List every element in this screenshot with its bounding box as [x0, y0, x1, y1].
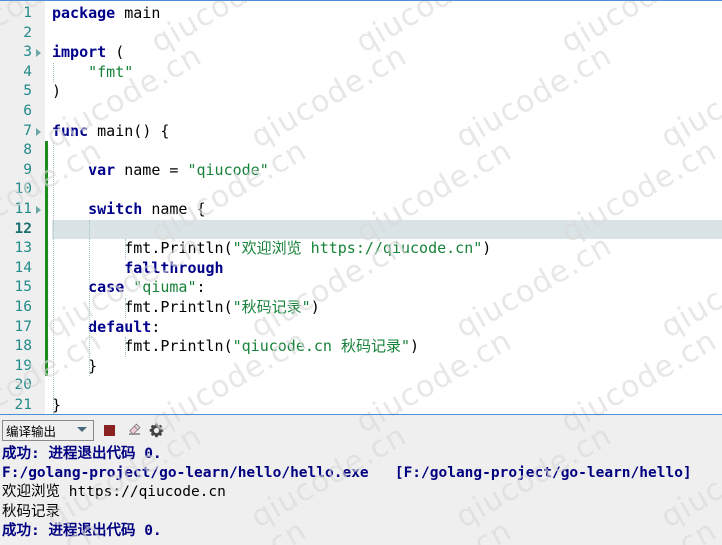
- line-number: 10: [14, 181, 32, 198]
- line-number: 11: [14, 201, 32, 217]
- line-number: 14: [14, 259, 32, 276]
- code-line[interactable]: 5): [0, 82, 722, 102]
- line-number: 17: [14, 318, 32, 335]
- line-number: 9: [23, 161, 32, 178]
- fold-triangle-icon[interactable]: [36, 127, 41, 136]
- indent-guide: [53, 141, 55, 416]
- line-number: 16: [14, 299, 32, 315]
- stop-square-icon[interactable]: [104, 425, 115, 436]
- line-number: 21: [14, 397, 32, 413]
- output-source-select[interactable]: 编译输出: [2, 420, 94, 441]
- output-line: 成功: 进程退出代码 0.: [2, 446, 162, 462]
- code-line-text: package main: [52, 4, 161, 22]
- code-line[interactable]: 6: [0, 102, 722, 122]
- fold-triangle-icon[interactable]: [36, 49, 41, 58]
- code-line-text: var name = "qiucode": [88, 160, 269, 179]
- eraser-icon[interactable]: [126, 422, 143, 439]
- line-number: 1: [23, 5, 32, 21]
- output-panel: 编译输出 成功: 进程退出代码 0. F:/golang-project/go-l…: [0, 415, 722, 545]
- indent-guide: [89, 219, 91, 377]
- line-number: 18: [14, 338, 32, 355]
- code-line-text: fmt.Println("秋码记录"): [124, 298, 320, 316]
- code-line[interactable]: 3 import (: [0, 43, 722, 63]
- output-line: 成功: 进程退出代码 0.: [2, 522, 162, 539]
- line-number: 8: [23, 142, 32, 159]
- fold-triangle-icon[interactable]: [36, 206, 41, 214]
- code-line[interactable]: 1 package main: [0, 4, 722, 24]
- code-line-text: "fmt": [88, 62, 134, 81]
- output-line: 欢迎浏览 https://qiucode.cn: [2, 484, 226, 501]
- code-line-text: default:: [88, 317, 161, 336]
- gear-icon[interactable]: [148, 422, 165, 439]
- code-line[interactable]: 7 func main() {: [0, 122, 722, 142]
- code-line[interactable]: 16 fmt.Println("秋码记录"): [0, 298, 722, 318]
- code-area[interactable]: 1 package main 2 3 import (4 "fmt" 5) 6 7 func m…: [0, 1, 722, 436]
- code-line[interactable]: 14 fallthrough: [0, 259, 722, 279]
- indent-guide: [125, 298, 127, 318]
- code-line-text: func main() {: [52, 121, 170, 140]
- code-editor[interactable]: 1 package main 2 3 import (4 "fmt" 5) 6 7 func m…: [0, 1, 722, 436]
- line-number: 2: [23, 24, 32, 41]
- code-line-text: ): [52, 82, 62, 101]
- line-number: 19: [14, 357, 32, 374]
- panel-divider: [0, 414, 722, 415]
- line-number: 4: [23, 63, 32, 80]
- code-line-text: fallthrough: [124, 258, 224, 277]
- code-line[interactable]: 17 default:: [0, 318, 722, 338]
- line-number: 20: [14, 377, 32, 394]
- line-number: 13: [14, 240, 32, 257]
- chevron-down-icon[interactable]: [77, 427, 87, 432]
- current-line-highlight: [52, 219, 722, 240]
- code-line-text: switch name {: [88, 200, 206, 218]
- indent-guide: [125, 239, 127, 259]
- editor-window: 1 package main 2 3 import (4 "fmt" 5) 6 7 func m…: [0, 0, 722, 545]
- code-line[interactable]: 21}: [0, 396, 722, 416]
- top-divider: [0, 0, 722, 1]
- line-number: 7: [23, 122, 32, 139]
- code-line[interactable]: 19 }: [0, 357, 722, 377]
- line-number: 12: [14, 220, 32, 237]
- indent-guide: [53, 62, 55, 83]
- indent-guide: [125, 337, 127, 357]
- code-line[interactable]: 15 case "qiuma":: [0, 278, 722, 298]
- line-number: 6: [23, 103, 32, 119]
- code-line[interactable]: 4 "fmt": [0, 63, 722, 83]
- code-line[interactable]: 11 switch name {: [0, 200, 722, 220]
- code-line-text: import (: [52, 43, 125, 62]
- code-line[interactable]: 9 var name = "qiucode": [0, 161, 722, 181]
- output-line: F:/golang-project/go-learn/hello/hello.e…: [2, 465, 692, 482]
- output-source-label: 编译输出: [6, 424, 57, 439]
- output-line: 秋码记录: [2, 503, 60, 520]
- vcs-change-bar: [45, 141, 48, 377]
- line-number: 15: [14, 279, 32, 296]
- code-line-text: fmt.Println("欢迎浏览 https://qiucode.cn"): [124, 239, 492, 258]
- code-line[interactable]: 8: [0, 141, 722, 161]
- code-line-text: fmt.Println("qiucode.cn 秋码记录"): [124, 337, 420, 356]
- code-line[interactable]: 13 fmt.Println("欢迎浏览 https://qiucode.cn"…: [0, 239, 722, 259]
- line-number: 5: [23, 83, 32, 100]
- code-line[interactable]: 2: [0, 24, 722, 44]
- code-line-text: case "qiuma":: [88, 278, 206, 297]
- code-line[interactable]: 20: [0, 376, 722, 396]
- code-line[interactable]: 10: [0, 180, 722, 200]
- code-line[interactable]: 18 fmt.Println("qiucode.cn 秋码记录"): [0, 337, 722, 357]
- line-number: 3: [23, 44, 32, 61]
- output-toolbar: 编译输出: [0, 420, 722, 442]
